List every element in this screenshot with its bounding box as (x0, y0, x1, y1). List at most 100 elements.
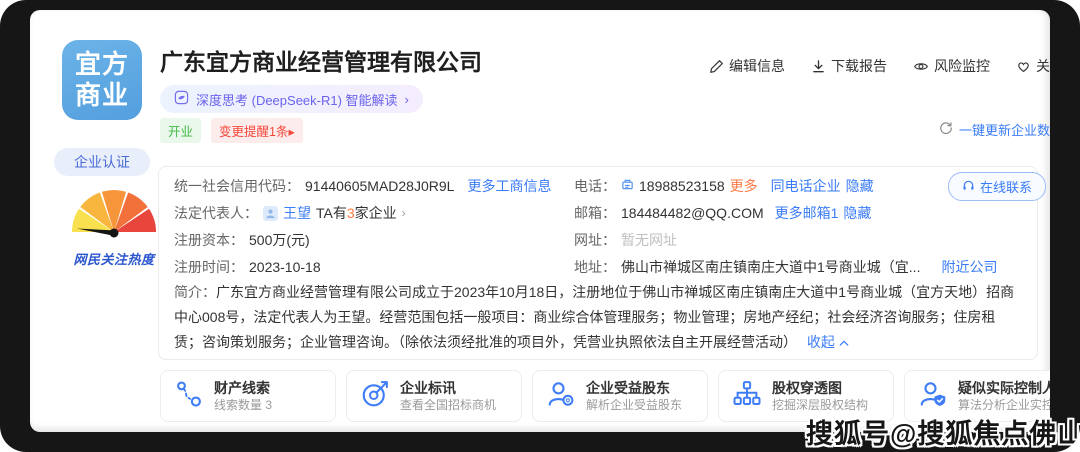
card-text: 疑似实际控制人 算法分析企业实控人 (958, 379, 1050, 413)
phone-value: 18988523158 (639, 178, 725, 194)
deepseek-interpret-pill[interactable]: 深度思考 (DeepSeek-R1) 智能解读 › (160, 85, 423, 113)
asset-clue-icon (174, 379, 204, 414)
logo-text-line2: 商业 (75, 80, 129, 111)
card-title: 财产线索 (214, 379, 272, 397)
phone-icon (621, 178, 634, 194)
hide-phone-link[interactable]: 隐藏 (846, 176, 874, 196)
beneficial-owner-icon (546, 379, 576, 414)
more-emails-link[interactable]: 更多邮箱1 (775, 203, 839, 223)
collapse-link[interactable]: 收起 (807, 334, 849, 350)
same-phone-companies-link[interactable]: 同电话企业 (771, 176, 841, 196)
address-value: 佛山市禅城区南庄镇南庄大道中1号商业城（宜... (621, 257, 920, 277)
equity-chart-icon (732, 379, 762, 414)
page-title: 广东宜方商业经营管理有限公司 (160, 43, 482, 77)
card-asset-clues[interactable]: 财产线索 线索数量 3 (160, 370, 336, 422)
follow-label: 关 (1036, 56, 1050, 76)
intro-text: 广东宜方商业经营管理有限公司成立于2023年10月18日，注册地位于佛山市禅城区… (174, 284, 1014, 350)
card-subtitle: 解析企业受益股东 (586, 398, 682, 413)
card-text: 财产线索 线索数量 3 (214, 379, 272, 413)
company-logo: 宜方 商业 (62, 40, 142, 120)
reg-capital-row: 注册资本： 500万(元) (174, 230, 310, 250)
legal-rep-suffix[interactable]: TA有3家企业 (316, 203, 397, 223)
legal-rep-row: 法定代表人： 王望 TA有3家企业 › (174, 203, 406, 223)
risk-monitor-button[interactable]: 风险监控 (913, 56, 990, 76)
email-row: 邮箱： 184484482@QQ.COM 更多邮箱1 隐藏 (574, 203, 871, 223)
card-title: 企业标讯 (400, 379, 496, 397)
legal-rep-name-link[interactable]: 王望 (283, 203, 311, 223)
online-contact-label: 在线联系 (980, 177, 1032, 196)
intro-label: 简介： (174, 284, 216, 300)
address-label: 地址： (574, 257, 616, 277)
edit-icon (709, 59, 724, 74)
download-report-label: 下载报告 (831, 56, 887, 76)
credit-code-label: 统一社会信用代码： (174, 176, 300, 196)
company-profile-page: 宜方 商业 广东宜方商业经营管理有限公司 编辑信息 下载报告 风险监控 关 (30, 10, 1050, 432)
legal-rep-avatar (263, 206, 278, 221)
update-company-data-link[interactable]: 一键更新企业数 (939, 120, 1050, 139)
email-label: 邮箱： (574, 203, 616, 223)
card-title: 企业受益股东 (586, 379, 682, 397)
legal-rep-label: 法定代表人： (174, 203, 258, 223)
card-subtitle: 挖掘深层股权结构 (772, 398, 868, 413)
update-link-label: 一键更新企业数 (959, 120, 1050, 139)
watermark: 搜狐号@搜狐焦点佛山站 (806, 412, 1080, 451)
follow-button[interactable]: 关 (1016, 56, 1050, 76)
gauge-label: 网民关注热度 (62, 249, 166, 268)
card-beneficial-owners[interactable]: 企业受益股东 解析企业受益股东 (532, 370, 708, 422)
reg-capital-label: 注册资本： (174, 230, 244, 250)
edit-info-label: 编辑信息 (729, 56, 785, 76)
status-tag-row: 开业 变更提醒1条▸ (160, 118, 303, 143)
website-label: 网址： (574, 230, 616, 250)
more-business-info-link[interactable]: 更多工商信息 (467, 176, 551, 196)
card-title: 股权穿透图 (772, 379, 868, 397)
address-row: 地址： 佛山市禅城区南庄镇南庄大道中1号商业城（宜... 附近公司 (574, 257, 997, 277)
credit-code-row: 统一社会信用代码： 91440605MAD28J0R9L 更多工商信息 (174, 176, 551, 196)
phone-row: 电话： 18988523158 更多 同电话企业 隐藏 (574, 176, 874, 196)
card-subtitle: 查看全国招标商机 (400, 398, 496, 413)
deepseek-icon (174, 90, 189, 108)
nearby-companies-link[interactable]: 附近公司 (941, 257, 997, 277)
email-value: 184484482@QQ.COM (621, 205, 764, 221)
edit-info-button[interactable]: 编辑信息 (709, 56, 785, 76)
header-toolbar: 编辑信息 下载报告 风险监控 关 (709, 56, 1050, 76)
chevron-right-icon: › (405, 92, 409, 107)
card-title: 疑似实际控制人 (958, 379, 1050, 397)
refresh-icon (939, 121, 953, 138)
attention-heat-gauge: 网民关注热度 (62, 180, 166, 268)
website-value: 暂无网址 (621, 230, 677, 250)
deepseek-pill-label: 深度思考 (DeepSeek-R1) 智能解读 (196, 90, 398, 109)
download-icon (811, 59, 826, 74)
screenshot-frame: 宜方 商业 广东宜方商业经营管理有限公司 编辑信息 下载报告 风险监控 关 (0, 0, 1080, 452)
company-intro: 简介：广东宜方商业经营管理有限公司成立于2023年10月18日，注册地位于佛山市… (174, 280, 1022, 355)
logo-text-line1: 宜方 (75, 49, 129, 80)
hide-email-link[interactable]: 隐藏 (843, 203, 871, 223)
card-text: 股权穿透图 挖掘深层股权结构 (772, 379, 868, 413)
reg-date-value: 2023-10-18 (249, 259, 321, 275)
website-row: 网址： 暂无网址 (574, 230, 677, 250)
chevron-right-icon: › (402, 206, 406, 220)
chevron-up-icon (839, 339, 849, 347)
download-report-button[interactable]: 下载报告 (811, 56, 887, 76)
headset-icon (962, 179, 975, 195)
card-subtitle: 线索数量 3 (214, 398, 272, 413)
change-alert-badge[interactable]: 变更提醒1条▸ (211, 118, 303, 143)
online-contact-button[interactable]: 在线联系 (948, 172, 1046, 201)
gauge-icon (64, 229, 164, 246)
eye-icon (913, 59, 929, 74)
status-badge-open: 开业 (160, 118, 201, 143)
risk-monitor-label: 风险监控 (934, 56, 990, 76)
phone-more-link[interactable]: 更多 (730, 176, 758, 196)
phone-label: 电话： (574, 176, 616, 196)
card-subtitle: 算法分析企业实控人 (958, 398, 1050, 413)
bid-target-icon (360, 379, 390, 414)
enterprise-cert-badge: 企业认证 (54, 148, 150, 176)
reg-date-label: 注册时间： (174, 257, 244, 277)
card-text: 企业标讯 查看全国招标商机 (400, 379, 496, 413)
credit-code-value: 91440605MAD28J0R9L (305, 178, 454, 194)
card-bid-news[interactable]: 企业标讯 查看全国招标商机 (346, 370, 522, 422)
card-text: 企业受益股东 解析企业受益股东 (586, 379, 682, 413)
heart-icon (1016, 59, 1031, 74)
controller-icon (918, 379, 948, 414)
reg-capital-value: 500万(元) (249, 230, 310, 250)
reg-date-row: 注册时间： 2023-10-18 (174, 257, 321, 277)
